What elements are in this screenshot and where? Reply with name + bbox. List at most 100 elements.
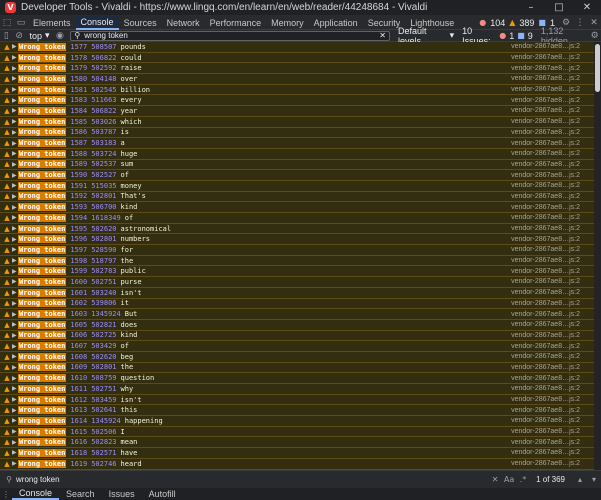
tab-console[interactable]: Console [75, 15, 119, 30]
source-link[interactable]: vendor-2867ae8…js:2 [511, 236, 580, 243]
drawer-tab-autofill[interactable]: Autofill [142, 488, 183, 500]
source-link[interactable]: vendor-2867ae8…js:2 [511, 439, 580, 446]
previous-match-icon[interactable]: ▴ [573, 475, 587, 484]
source-link[interactable]: vendor-2867ae8…js:2 [511, 182, 580, 189]
console-message-row[interactable]: ▲ ▶ Wrong token 1595 502620 astronomical vendo… [0, 223, 594, 235]
close-window-button[interactable]: ✕ [573, 0, 601, 16]
source-link[interactable]: vendor-2867ae8…js:2 [511, 140, 580, 147]
console-message-row[interactable]: ▲ ▶ Wrong token 1592 502801 That's vendor-2867… [0, 191, 594, 203]
source-link[interactable]: vendor-2867ae8…js:2 [511, 449, 580, 456]
source-link[interactable]: vendor-2867ae8…js:2 [511, 43, 580, 50]
sidebar-toggle-icon[interactable]: ▯ [0, 29, 13, 43]
console-message-row[interactable]: ▲ ▶ Wrong token 1601 503240 isn't vendor-2867a… [0, 287, 594, 299]
source-link[interactable]: vendor-2867ae8…js:2 [511, 225, 580, 232]
tab-sources[interactable]: Sources [119, 16, 162, 30]
console-message-row[interactable]: ▲ ▶ Wrong token 1610 508759 question vendor-28… [0, 373, 594, 384]
source-link[interactable]: vendor-2867ae8…js:2 [511, 257, 580, 264]
source-link[interactable]: vendor-2867ae8…js:2 [511, 321, 580, 328]
tab-network[interactable]: Network [162, 16, 205, 30]
console-message-row[interactable]: ▲ ▶ Wrong token 1581 502545 billion vendor-286… [0, 84, 594, 96]
regex-icon[interactable]: .* [516, 475, 530, 484]
next-match-icon[interactable]: ▾ [587, 475, 601, 484]
source-link[interactable]: vendor-2867ae8…js:2 [511, 204, 580, 211]
console-message-row[interactable]: ▲ ▶ Wrong token 1614 1345924 happening vendor-… [0, 416, 594, 427]
filter-input[interactable]: ⚲ wrong token ✕ [70, 30, 390, 41]
source-link[interactable]: vendor-2867ae8…js:2 [511, 150, 580, 157]
source-link[interactable]: vendor-2867ae8…js:2 [511, 407, 580, 414]
source-link[interactable]: vendor-2867ae8…js:2 [511, 214, 580, 221]
clear-search-icon[interactable]: ✕ [488, 475, 502, 484]
console-message-row[interactable]: ▲ ▶ Wrong token 1590 502527 of vendor-2867ae8…… [0, 170, 594, 181]
source-link[interactable]: vendor-2867ae8…js:2 [511, 161, 580, 168]
console-message-row[interactable]: ▲ ▶ Wrong token 1588 503724 huge vendor-2867ae… [0, 148, 594, 160]
source-link[interactable]: vendor-2867ae8…js:2 [511, 172, 580, 179]
console-message-row[interactable]: ▲ ▶ Wrong token 1602 539806 it vendor-2867ae8…… [0, 298, 594, 310]
console-message-row[interactable]: ▲ ▶ Wrong token 1577 508507 pounds vendor-2867… [0, 42, 594, 53]
console-message-row[interactable]: ▲ ▶ Wrong token 1609 502801 the vendor-2867ae8… [0, 362, 594, 374]
close-devtools-icon[interactable]: ✕ [587, 16, 601, 30]
tab-application[interactable]: Application [309, 16, 363, 30]
tab-performance[interactable]: Performance [205, 16, 267, 30]
source-link[interactable]: vendor-2867ae8…js:2 [511, 289, 580, 296]
drawer-tab-console[interactable]: Console [12, 488, 60, 500]
source-link[interactable]: vendor-2867ae8…js:2 [511, 311, 580, 318]
console-message-row[interactable]: ▲ ▶ Wrong token 1579 502592 raise vendor-2867a… [0, 63, 594, 75]
inspect-element-icon[interactable]: ⬚ [0, 16, 14, 30]
console-message-row[interactable]: ▲ ▶ Wrong token 1611 502751 why vendor-2867ae8… [0, 384, 594, 395]
console-message-row[interactable]: ▲ ▶ Wrong token 1589 502537 sum vendor-2867ae8… [0, 159, 594, 171]
match-case-icon[interactable]: Aa [502, 475, 516, 484]
clear-console-icon[interactable]: ⊘ [13, 29, 26, 43]
source-link[interactable]: vendor-2867ae8…js:2 [511, 417, 580, 424]
source-link[interactable]: vendor-2867ae8…js:2 [511, 86, 580, 93]
console-message-row[interactable]: ▲ ▶ Wrong token 1585 503026 which vendor-2867a… [0, 116, 594, 128]
drawer-tab-search[interactable]: Search [59, 488, 102, 500]
console-message-row[interactable]: ▲ ▶ Wrong token 1594 1618349 of vendor-2867ae8… [0, 213, 594, 224]
console-message-row[interactable]: ▲ ▶ Wrong token 1618 502571 have vendor-2867ae… [0, 448, 594, 459]
source-link[interactable]: vendor-2867ae8…js:2 [511, 75, 580, 82]
console-message-row[interactable]: ▲ ▶ Wrong token 1619 502746 heard vendor-2867a… [0, 458, 594, 470]
maximize-button[interactable]: □ [545, 0, 573, 16]
clear-filter-icon[interactable]: ✕ [379, 31, 386, 40]
console-message-row[interactable]: ▲ ▶ Wrong token 1583 511663 every vendor-2867a… [0, 95, 594, 107]
source-link[interactable]: vendor-2867ae8…js:2 [511, 65, 580, 72]
source-link[interactable]: vendor-2867ae8…js:2 [511, 278, 580, 285]
console-message-row[interactable]: ▲ ▶ Wrong token 1615 502506 Ivendor-2867ae8…j… [0, 426, 594, 438]
console-message-row[interactable]: ▲ ▶ Wrong token 1580 504148 over vendor-2867ae… [0, 74, 594, 85]
source-link[interactable]: vendor-2867ae8…js:2 [511, 385, 580, 392]
source-link[interactable]: vendor-2867ae8…js:2 [511, 396, 580, 403]
console-message-row[interactable]: ▲ ▶ Wrong token 1608 502620 beg vendor-2867ae8… [0, 351, 594, 363]
source-link[interactable]: vendor-2867ae8…js:2 [511, 343, 580, 350]
source-link[interactable]: vendor-2867ae8…js:2 [511, 268, 580, 275]
source-link[interactable]: vendor-2867ae8…js:2 [511, 375, 580, 382]
scrollbar-thumb[interactable] [595, 44, 600, 92]
context-selector[interactable]: top ▾ [26, 30, 54, 41]
console-message-row[interactable]: ▲ ▶ Wrong token 1600 502751 purse vendor-2867a… [0, 277, 594, 288]
source-link[interactable]: vendor-2867ae8…js:2 [511, 332, 580, 339]
minimize-button[interactable]: – [517, 0, 545, 16]
source-link[interactable]: vendor-2867ae8…js:2 [511, 460, 580, 467]
source-link[interactable]: vendor-2867ae8…js:2 [511, 193, 580, 200]
drawer-menu-icon[interactable]: ⋮ [0, 490, 12, 499]
source-link[interactable]: vendor-2867ae8…js:2 [511, 97, 580, 104]
source-link[interactable]: vendor-2867ae8…js:2 [511, 107, 580, 114]
console-message-row[interactable]: ▲ ▶ Wrong token 1593 506700 kind vendor-2867ae… [0, 202, 594, 213]
console-message-row[interactable]: ▲ ▶ Wrong token 1599 502783 public vendor-2867… [0, 266, 594, 278]
source-link[interactable]: vendor-2867ae8…js:2 [511, 300, 580, 307]
source-link[interactable]: vendor-2867ae8…js:2 [511, 428, 580, 435]
console-message-row[interactable]: ▲ ▶ Wrong token 1578 506822 could vendor-2867a… [0, 52, 594, 64]
console-message-row[interactable]: ▲ ▶ Wrong token 1603 1345924 But vendor-2867ae… [0, 309, 594, 320]
console-message-row[interactable]: ▲ ▶ Wrong token 1598 518797 the vendor-2867ae8… [0, 255, 594, 267]
source-link[interactable]: vendor-2867ae8…js:2 [511, 118, 580, 125]
tab-elements[interactable]: Elements [28, 16, 76, 30]
source-link[interactable]: vendor-2867ae8…js:2 [511, 54, 580, 61]
console-settings-icon[interactable]: ⚙ [588, 29, 601, 43]
source-link[interactable]: vendor-2867ae8…js:2 [511, 353, 580, 360]
console-message-row[interactable]: ▲ ▶ Wrong token 1613 502641 this vendor-2867ae… [0, 405, 594, 417]
console-message-row[interactable]: ▲ ▶ Wrong token 1584 506822 year vendor-2867ae… [0, 106, 594, 117]
console-message-row[interactable]: ▲ ▶ Wrong token 1597 528590 for vendor-2867ae8… [0, 245, 594, 256]
tab-memory[interactable]: Memory [266, 16, 309, 30]
drawer-tab-issues[interactable]: Issues [102, 488, 142, 500]
console-message-row[interactable]: ▲ ▶ Wrong token 1587 503183 a vendor-2867ae8…j… [0, 138, 594, 149]
console-message-row[interactable]: ▲ ▶ Wrong token 1606 502725 kind vendor-2867ae… [0, 330, 594, 342]
source-link[interactable]: vendor-2867ae8…js:2 [511, 364, 580, 371]
